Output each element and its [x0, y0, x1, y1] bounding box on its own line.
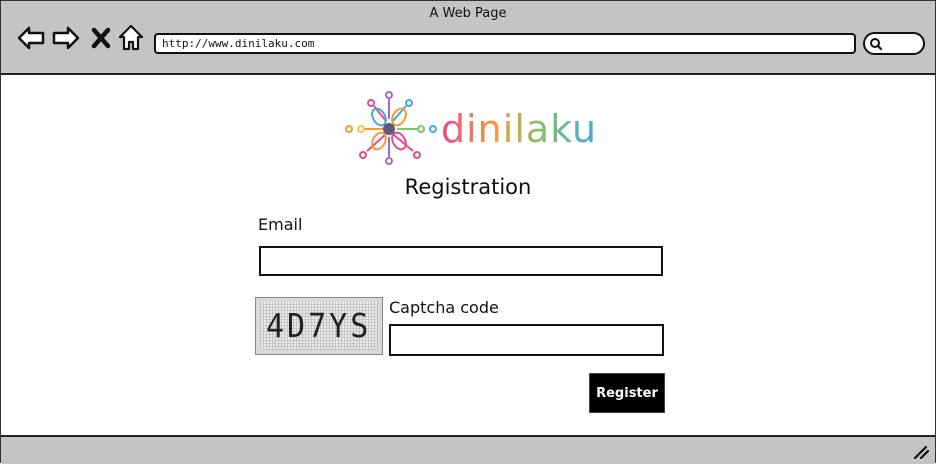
browser-window: A Web Page http://www.dinilaku.com dinil…	[0, 0, 936, 464]
search-field[interactable]	[863, 32, 925, 55]
register-button[interactable]: Register	[589, 373, 665, 413]
captcha-image: 4D7YS	[255, 297, 383, 355]
captcha-field[interactable]	[389, 324, 664, 356]
home-icon[interactable]	[118, 23, 144, 53]
forward-arrow-icon[interactable]	[51, 23, 81, 53]
email-field[interactable]	[259, 246, 663, 276]
dinilaku-logo: dinilaku	[341, 89, 596, 169]
page-content: dinilaku Registration Email 4D7YS Captch…	[1, 75, 935, 435]
browser-chrome: A Web Page http://www.dinilaku.com	[1, 1, 935, 75]
back-arrow-icon[interactable]	[16, 23, 46, 53]
logo-text: dinilaku	[441, 107, 597, 151]
close-icon[interactable]	[90, 23, 112, 53]
email-label: Email	[258, 215, 303, 234]
status-bar	[1, 435, 935, 464]
flower-logo-icon	[345, 91, 437, 165]
address-bar[interactable]: http://www.dinilaku.com	[154, 33, 856, 54]
page-title: Registration	[404, 175, 532, 199]
captcha-code-text: 4D7YS	[266, 307, 372, 346]
captcha-label: Captcha code	[389, 298, 499, 317]
window-title: A Web Page	[429, 6, 507, 21]
resize-grip-icon[interactable]	[913, 445, 929, 459]
search-icon	[870, 38, 883, 51]
logo-wordmark: dinilaku	[441, 107, 598, 151]
